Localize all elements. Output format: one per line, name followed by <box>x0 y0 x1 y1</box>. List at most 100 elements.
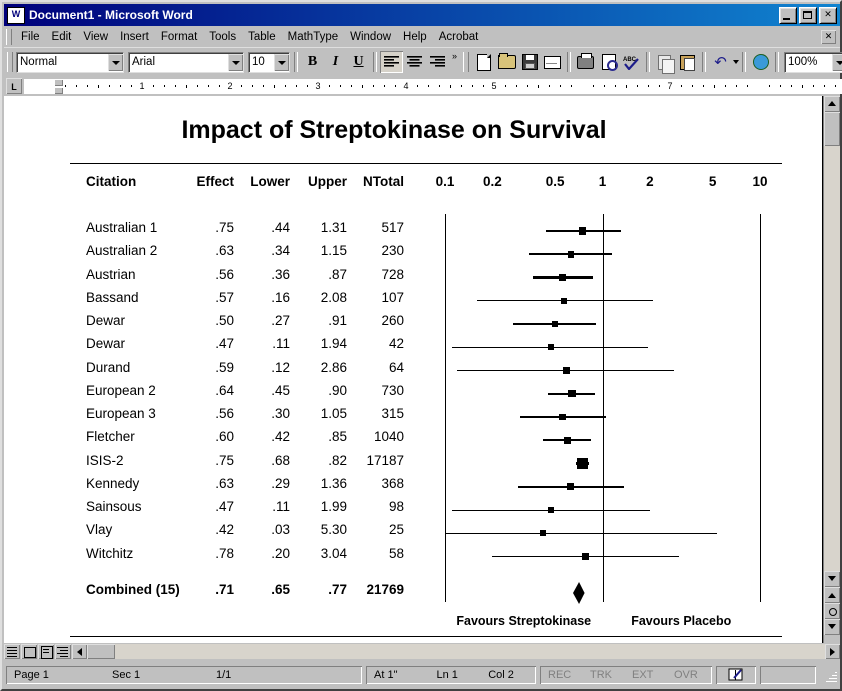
font-size-dropdown-arrow[interactable] <box>274 53 289 71</box>
close-button[interactable]: ✕ <box>819 6 837 24</box>
undo-dropdown-arrow[interactable] <box>733 60 739 64</box>
menu-item-format[interactable]: Format <box>155 29 203 45</box>
close-document-button[interactable]: ✕ <box>821 30 836 44</box>
ruler-minor-tick <box>241 85 242 87</box>
status-ovr[interactable]: OVR <box>668 669 710 681</box>
outline-view-button[interactable] <box>55 644 71 659</box>
previous-page-button[interactable] <box>824 587 840 603</box>
toolbar-drag-handle-2[interactable] <box>463 52 469 72</box>
font-dropdown-arrow[interactable] <box>228 53 243 71</box>
menu-item-window[interactable]: Window <box>344 29 397 45</box>
next-page-button[interactable] <box>824 619 840 635</box>
tab-stop-selector[interactable]: L <box>6 78 22 94</box>
menu-item-help[interactable]: Help <box>397 29 433 45</box>
ruler-minor-tick <box>703 85 704 87</box>
confidence-interval-line <box>445 532 717 534</box>
menu-item-table[interactable]: Table <box>242 29 282 45</box>
print-preview-button[interactable] <box>597 51 620 73</box>
vertical-scroll-track[interactable] <box>824 146 840 571</box>
style-dropdown-arrow[interactable] <box>108 53 123 71</box>
status-trk[interactable]: TRK <box>584 669 626 681</box>
ntotal-value: 315 <box>381 406 404 421</box>
style-combo[interactable]: Normal <box>16 51 124 73</box>
point-estimate-marker <box>567 250 575 258</box>
scroll-right-button[interactable] <box>825 644 840 659</box>
spelling-check-icon[interactable]: ABC <box>620 51 643 73</box>
axis-tick-label: 0.2 <box>483 174 502 189</box>
menu-item-acrobat[interactable]: Acrobat <box>433 29 485 45</box>
horizontal-scroll-thumb[interactable] <box>87 644 115 659</box>
menu-item-view[interactable]: View <box>77 29 114 45</box>
status-ext[interactable]: EXT <box>626 669 668 681</box>
status-rec[interactable]: REC <box>542 669 584 681</box>
scroll-up-button[interactable] <box>824 96 840 112</box>
paste-button[interactable] <box>676 51 699 73</box>
effect-value: .75 <box>215 220 234 235</box>
new-document-button[interactable] <box>472 51 495 73</box>
ntotal-value: 517 <box>381 220 404 235</box>
menu-item-file[interactable]: File <box>15 29 46 45</box>
ruler-minor-tick <box>802 85 803 88</box>
first-line-indent-marker <box>54 79 63 86</box>
insert-hyperlink-icon[interactable] <box>749 51 772 73</box>
normal-view-button[interactable] <box>4 644 20 659</box>
vertical-scrollbar[interactable] <box>824 96 840 643</box>
scroll-left-button[interactable] <box>72 644 87 659</box>
toolbar-separator-6 <box>742 52 746 72</box>
print-layout-view-button[interactable] <box>38 644 54 659</box>
lower-ci-value: .45 <box>271 382 290 398</box>
ruler-minor-tick <box>197 85 198 87</box>
document-area[interactable]: Impact of Streptokinase on Survival Cita… <box>4 96 840 643</box>
italic-button[interactable]: I <box>324 51 347 73</box>
menu-item-edit[interactable]: Edit <box>46 29 78 45</box>
citation-label: ISIS-2 <box>86 452 124 468</box>
formatting-overflow-button[interactable]: » <box>449 51 460 73</box>
align-center-button[interactable] <box>403 51 426 73</box>
scroll-down-button[interactable] <box>824 571 840 587</box>
lower-ci-value: .34 <box>271 243 290 259</box>
ruler-minor-tick <box>835 85 836 87</box>
font-combo[interactable]: Arial <box>128 51 244 73</box>
zoom-combo[interactable]: 100% <box>784 51 842 73</box>
ruler-minor-tick <box>351 85 352 87</box>
open-folder-icon[interactable] <box>495 51 518 73</box>
axis-tick-label: 10 <box>752 174 768 189</box>
resize-grip[interactable] <box>822 667 838 683</box>
print-button[interactable] <box>574 51 597 73</box>
zoom-dropdown-arrow[interactable] <box>832 53 842 71</box>
status-spelling-icon[interactable] <box>716 666 756 684</box>
document-page[interactable]: Impact of Streptokinase on Survival Cita… <box>4 96 823 643</box>
ruler-number: 1 <box>139 81 145 91</box>
copy-button[interactable] <box>653 51 676 74</box>
horizontal-scroll-track[interactable] <box>115 644 825 659</box>
menu-item-tools[interactable]: Tools <box>203 29 242 45</box>
menu-item-mathtype[interactable]: MathType <box>282 29 345 45</box>
ruler-minor-tick <box>186 85 187 88</box>
vertical-scroll-thumb[interactable] <box>824 112 840 146</box>
menu-item-insert[interactable]: Insert <box>114 29 155 45</box>
align-left-button[interactable] <box>380 51 403 73</box>
ruler-minor-tick <box>65 85 66 87</box>
font-value: Arial <box>132 56 156 68</box>
horizontal-ruler[interactable]: 1 2 3 4 5 7 <box>24 79 842 94</box>
status-pages: 1/1 <box>216 668 232 681</box>
maximize-button[interactable] <box>799 6 817 24</box>
underline-button[interactable]: U <box>347 51 370 73</box>
combined-lower-value: .65 <box>271 582 290 597</box>
upper-ci-value: .82 <box>328 452 347 468</box>
bold-button[interactable]: B <box>301 51 324 73</box>
font-size-combo[interactable]: 10 <box>248 51 290 73</box>
ruler-minor-tick <box>692 85 693 87</box>
menu-drag-handle[interactable] <box>6 29 12 45</box>
save-button[interactable] <box>518 51 541 73</box>
minimize-button[interactable] <box>779 6 797 24</box>
web-layout-view-button[interactable] <box>21 644 37 659</box>
upper-ci-value: 2.86 <box>320 359 347 375</box>
mail-recipient-button[interactable] <box>541 51 564 73</box>
align-right-button[interactable] <box>426 51 449 73</box>
point-estimate-marker <box>579 227 587 235</box>
select-browse-object-button[interactable] <box>824 603 840 619</box>
undo-button[interactable]: ↶ <box>709 51 732 73</box>
ruler-minor-tick <box>417 85 418 87</box>
toolbar-drag-handle-1[interactable] <box>7 52 13 72</box>
